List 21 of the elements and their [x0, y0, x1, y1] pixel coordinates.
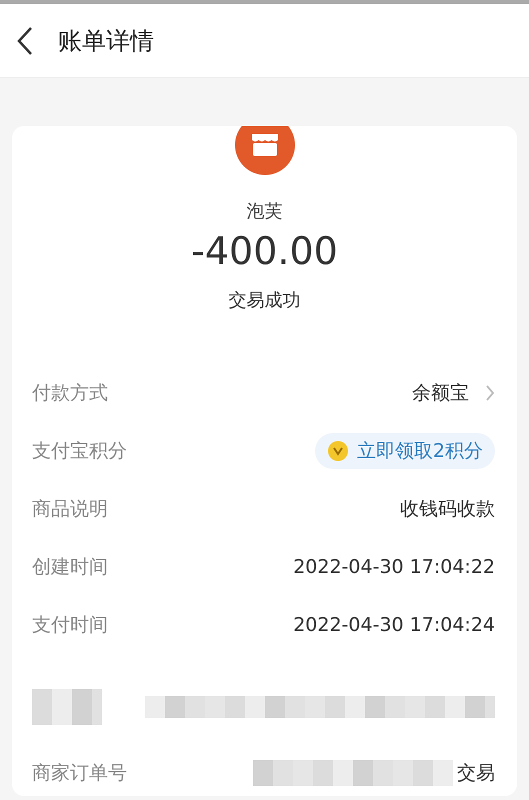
- payment-method-link[interactable]: 余额宝: [412, 378, 495, 408]
- field-label: 商品说明: [32, 496, 108, 522]
- back-button[interactable]: [16, 26, 34, 56]
- field-label: 支付宝积分: [32, 438, 127, 464]
- claim-points-button[interactable]: 立即领取2积分: [314, 432, 495, 470]
- field-label: 付款方式: [32, 380, 108, 406]
- coin-icon: [326, 440, 349, 462]
- chevron-icon: [485, 384, 495, 402]
- amount: -400.00: [191, 231, 338, 273]
- field-label: 商家订单号: [32, 760, 127, 786]
- field-value: 收钱码收款: [400, 496, 495, 522]
- field-label: 创建时间: [32, 554, 108, 580]
- field-label: 支付时间: [32, 612, 108, 638]
- back-icon: [16, 26, 34, 56]
- status-text: 交易成功: [228, 288, 300, 313]
- field-value: 2022-04-30 17:04:22: [293, 554, 495, 580]
- field-value: 交易: [457, 760, 495, 786]
- redacted-mosaic: [32, 688, 102, 725]
- field-value: 2022-04-30 17:04:24: [293, 612, 495, 638]
- merchant-name: 泡芙: [246, 200, 282, 224]
- page-title: 账单详情: [58, 26, 154, 56]
